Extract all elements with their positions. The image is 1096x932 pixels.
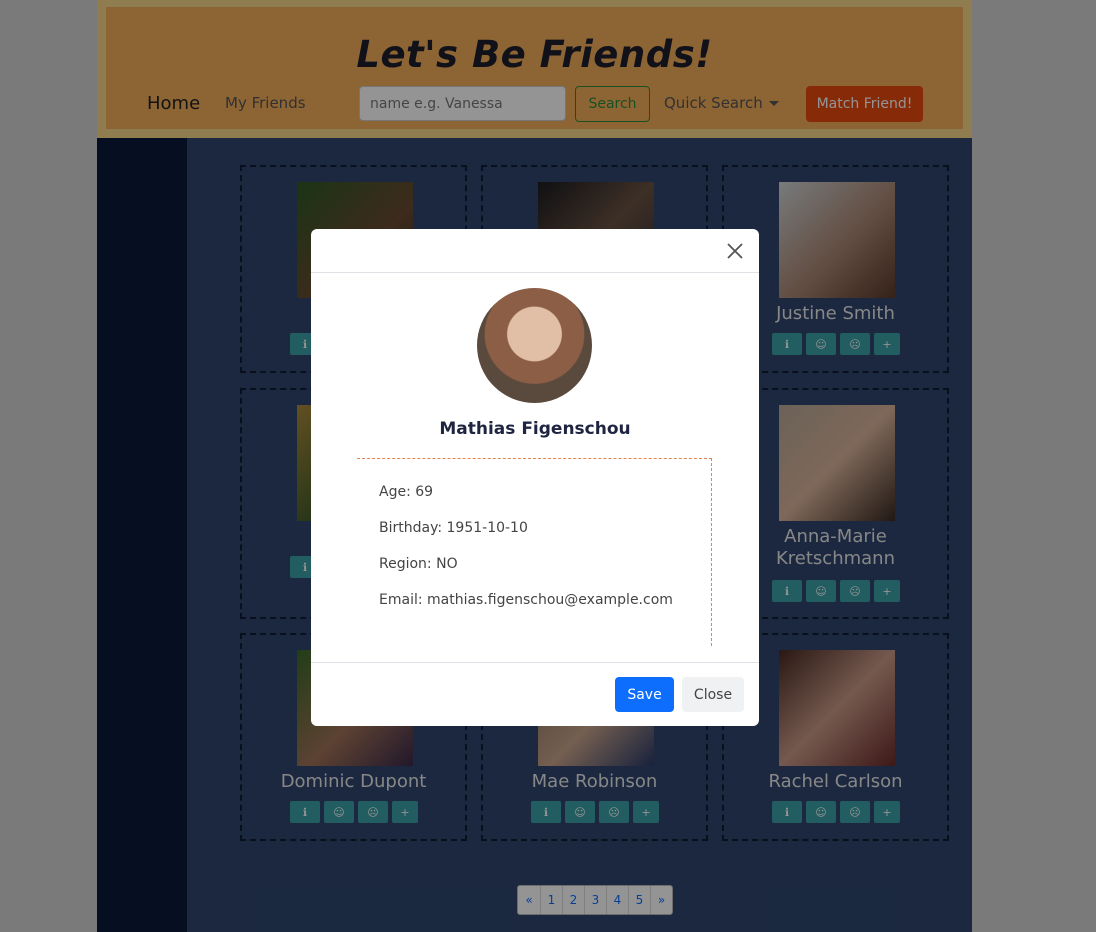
avatar — [477, 288, 592, 403]
region-text: Region: NO — [379, 556, 458, 572]
save-button[interactable]: Save — [615, 677, 674, 712]
email-text: Email: mathias.figenschou@example.com — [379, 592, 673, 608]
birthday-text: Birthday: 1951-10-10 — [379, 520, 528, 536]
modal-header — [311, 229, 759, 273]
close-button[interactable]: Close — [682, 677, 744, 712]
friend-name-heading: Mathias Figenschou — [439, 419, 631, 439]
friend-detail-modal: Mathias Figenschou Age: 69 Birthday: 195… — [311, 229, 759, 726]
modal-footer: Save Close — [311, 662, 759, 727]
close-icon[interactable] — [725, 241, 745, 261]
friend-info-box: Age: 69 Birthday: 1951-10-10 Region: NO … — [357, 458, 712, 646]
age-text: Age: 69 — [379, 484, 434, 500]
